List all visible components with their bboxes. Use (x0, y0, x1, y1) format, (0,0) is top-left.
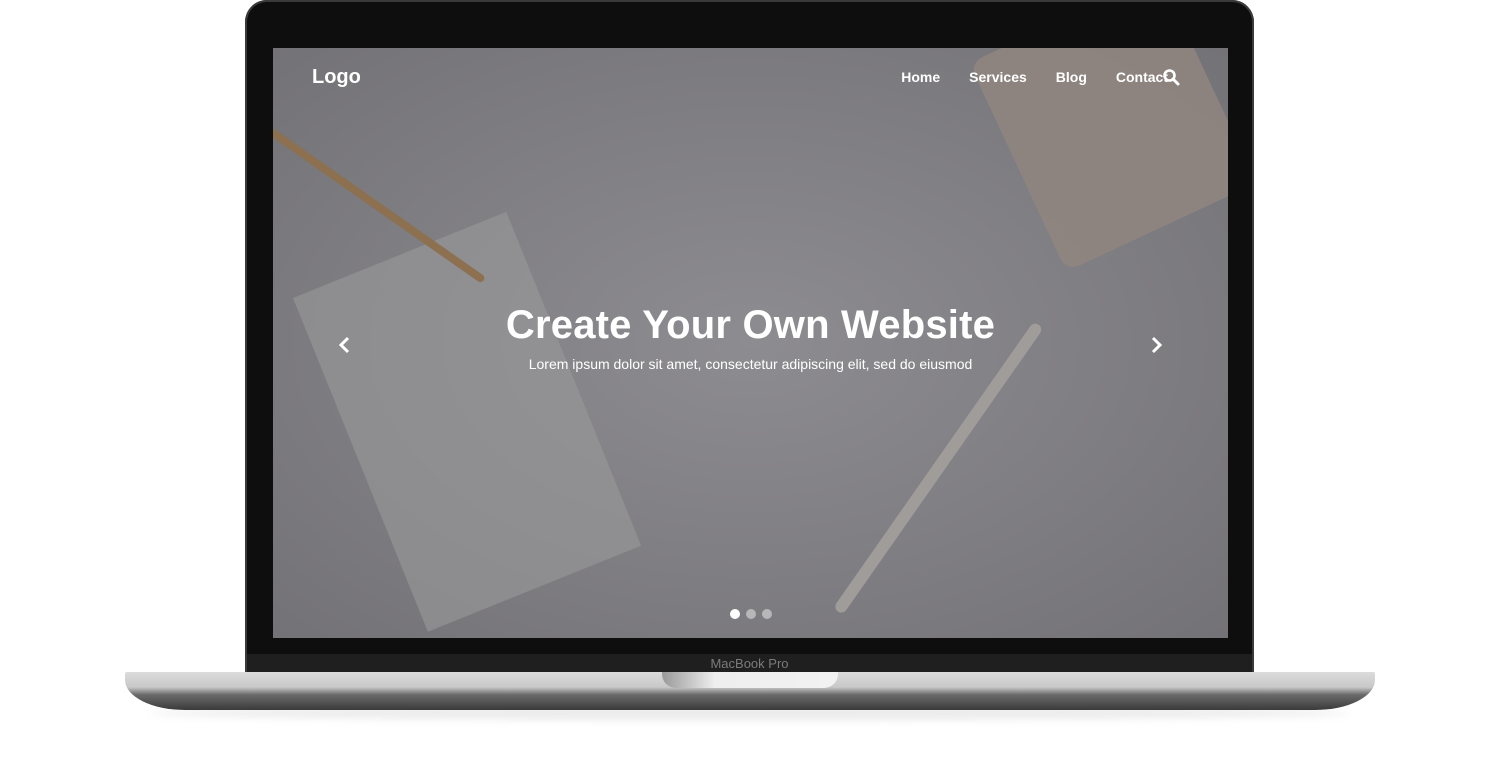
site-logo[interactable]: Logo (312, 66, 361, 89)
carousel-indicators (273, 609, 1228, 619)
nav-blog[interactable]: Blog (1056, 69, 1087, 85)
laptop-chin: MacBook Pro (247, 654, 1252, 674)
website-screen: Logo Home Services Blog Contact Create Y… (273, 48, 1228, 638)
nav-home[interactable]: Home (901, 69, 940, 85)
carousel-dot[interactable] (729, 609, 740, 619)
laptop-notch (662, 672, 838, 688)
main-nav: Home Services Blog Contact (901, 69, 1168, 85)
hero-title: Create Your Own Website (505, 303, 996, 347)
device-label: MacBook Pro (710, 656, 789, 671)
laptop-base (125, 672, 1375, 710)
chevron-right-icon[interactable] (1146, 335, 1166, 355)
pen-image (273, 128, 486, 284)
nav-services[interactable]: Services (969, 69, 1027, 85)
hero-subtitle: Lorem ipsum dolor sit amet, consectetur … (528, 356, 973, 372)
carousel-dot[interactable] (745, 609, 756, 619)
chevron-left-icon[interactable] (335, 335, 355, 355)
carousel-dot[interactable] (761, 609, 772, 619)
planner-image (293, 211, 642, 632)
nav-contact[interactable]: Contact (1116, 69, 1168, 85)
search-icon[interactable] (1162, 68, 1180, 86)
hero: Create Your Own Website Lorem ipsum dolo… (273, 303, 1228, 372)
